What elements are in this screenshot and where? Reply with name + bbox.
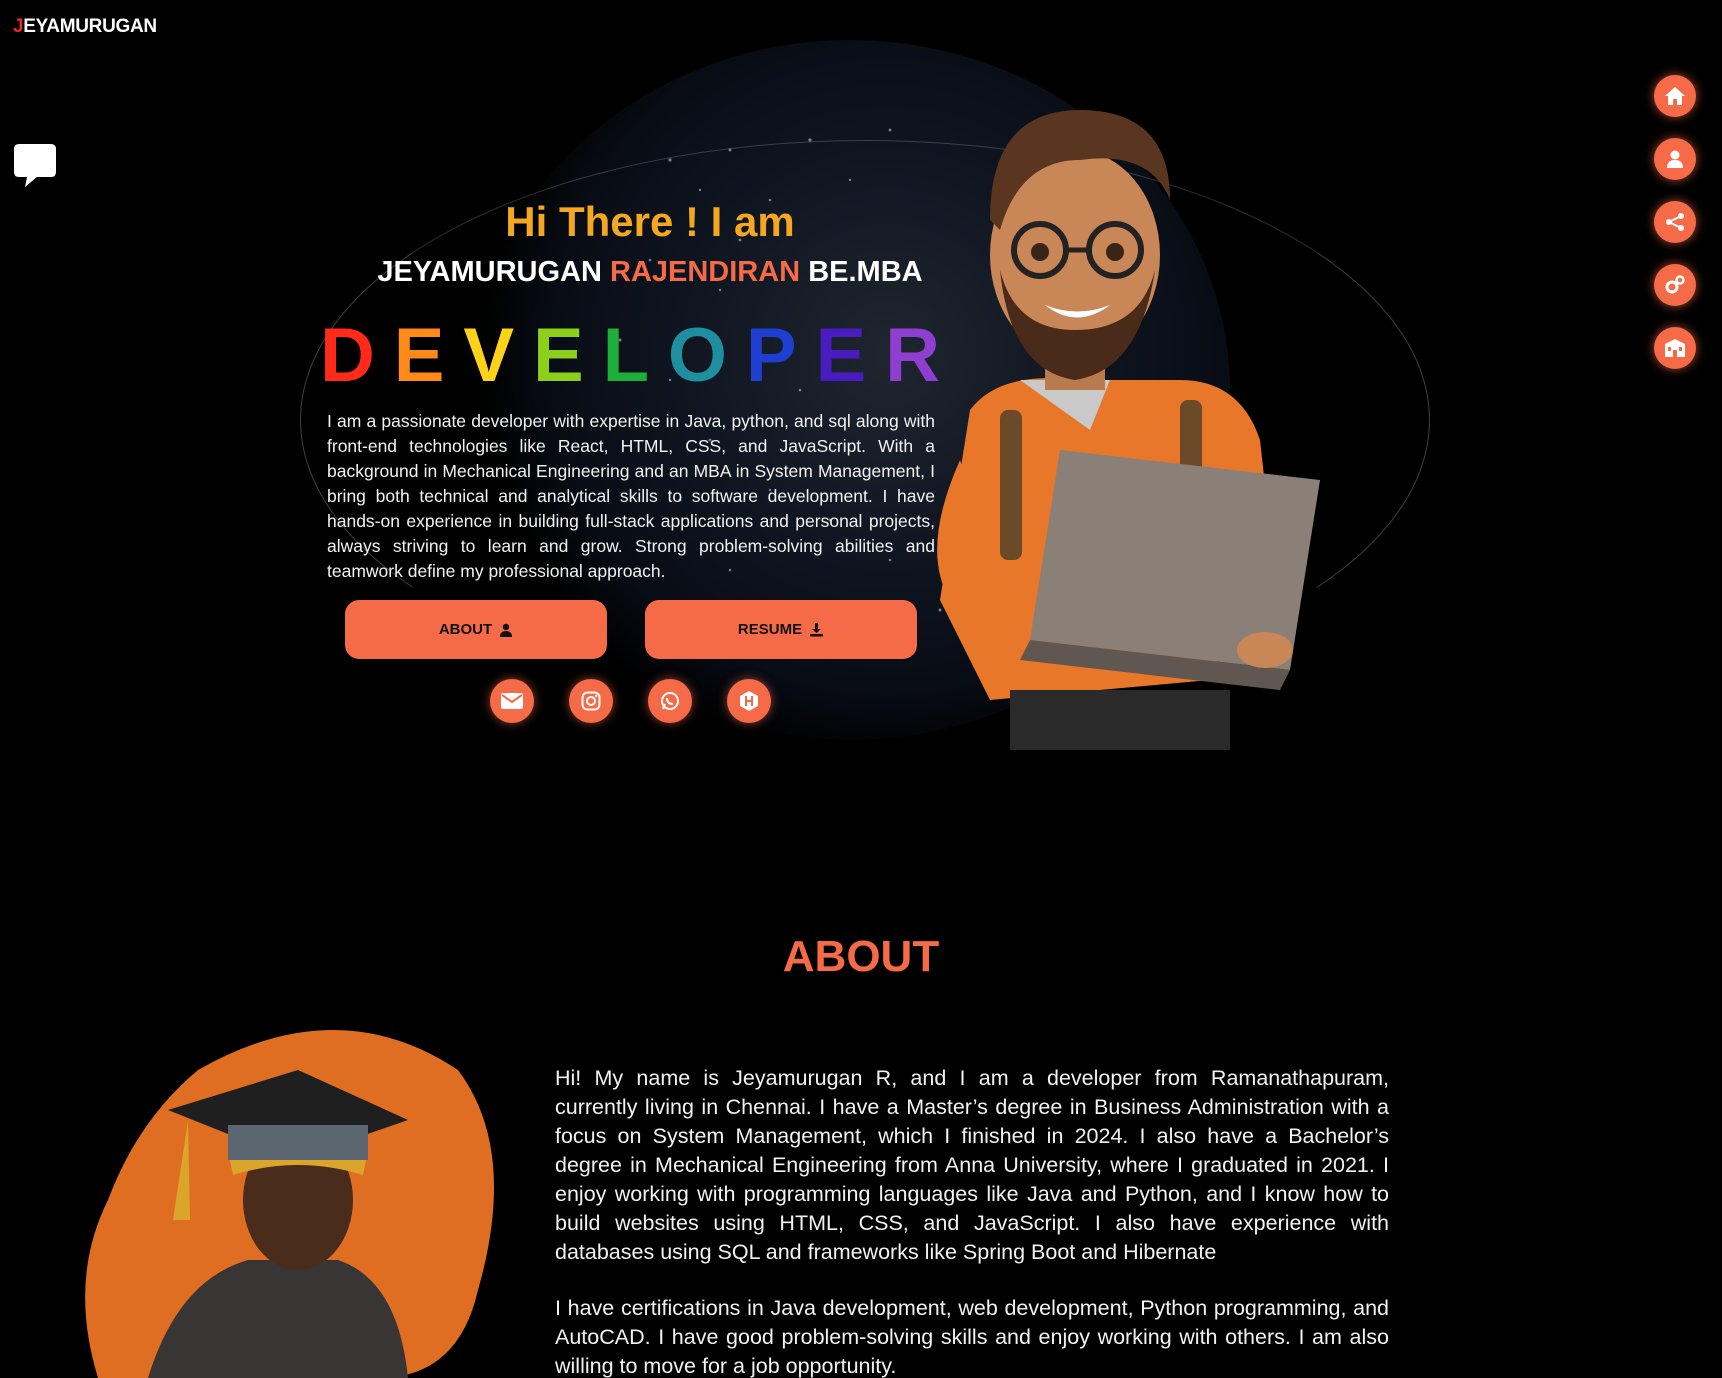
role-letter: P (745, 313, 797, 398)
chat-icon[interactable] (13, 142, 57, 190)
side-navigation (1654, 75, 1696, 369)
about-button[interactable]: ABOUT (345, 600, 607, 659)
school-icon[interactable] (1654, 327, 1696, 369)
hero-greeting: Hi There ! I am (505, 198, 795, 245)
share-icon[interactable] (1654, 201, 1696, 243)
role-letter: E (815, 313, 867, 398)
role-title: D E V E L O P E R (320, 312, 940, 399)
about-heading: ABOUT (782, 932, 940, 981)
user-icon (500, 623, 513, 637)
user-icon[interactable] (1654, 138, 1696, 180)
resume-button[interactable]: RESUME (645, 600, 917, 659)
logo-initial: J (13, 16, 24, 37)
site-logo[interactable]: JEYAMURUGAN (13, 16, 157, 38)
about-description: Hi! My name is Jeyamurugan R, and I am a… (555, 1064, 1389, 1378)
download-icon (810, 623, 824, 637)
hackerrank-icon[interactable] (727, 679, 771, 723)
name-suffix: BE.MBA (808, 256, 923, 288)
about-paragraph: I have certifications in Java developmen… (555, 1296, 1389, 1378)
profile-photo (85, 1030, 494, 1378)
role-letter: R (885, 313, 940, 398)
logo-text: EYAMURUGAN (23, 16, 157, 37)
about-button-label: ABOUT (438, 621, 493, 638)
social-links (490, 679, 771, 723)
role-letter: L (602, 313, 649, 398)
name-highlight: RAJENDIRAN (610, 256, 801, 288)
gears-icon[interactable] (1654, 264, 1696, 306)
resume-button-label: RESUME (737, 621, 803, 638)
whatsapp-icon[interactable] (648, 679, 692, 723)
mail-icon[interactable] (490, 679, 534, 723)
role-letter: O (667, 313, 728, 398)
role-letter: V (463, 313, 515, 398)
name-first: JEYAMURUGAN (377, 256, 602, 288)
instagram-icon[interactable] (569, 679, 613, 723)
developer-illustration (937, 110, 1320, 750)
role-letter: D (320, 313, 375, 398)
role-letter: E (393, 313, 445, 398)
about-paragraph: Hi! My name is Jeyamurugan R, and I am a… (555, 1066, 1389, 1264)
hero-name: JEYAMURUGAN RAJENDIRAN BE.MBA (330, 256, 970, 289)
home-icon[interactable] (1654, 75, 1696, 117)
role-letter: E (532, 313, 584, 398)
hero-intro: I am a passionate developer with experti… (327, 411, 935, 581)
